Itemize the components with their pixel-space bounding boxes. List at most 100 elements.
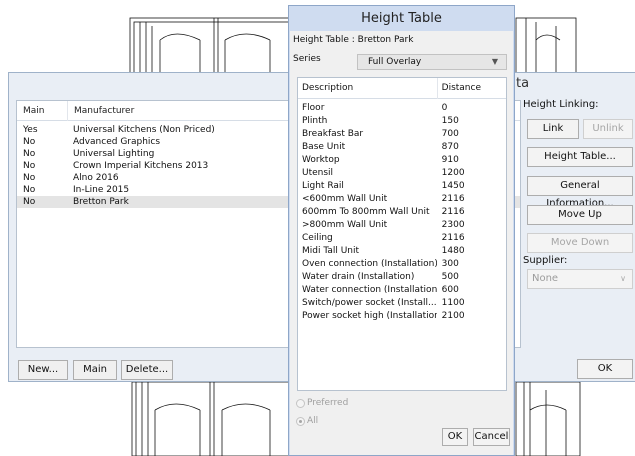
height-linking-label: Height Linking: bbox=[523, 99, 599, 110]
height-table-body: Height Table : Bretton Park Series Full … bbox=[290, 31, 513, 455]
main-button[interactable]: Main bbox=[73, 360, 117, 380]
row-manufacturer: Crown Imperial Kitchens 2013 bbox=[73, 161, 209, 171]
radio-off-icon bbox=[296, 398, 305, 408]
row-description: 600mm To 800mm Wall Unit bbox=[302, 207, 430, 217]
row-description: Oven connection (Installation) bbox=[302, 259, 437, 269]
table-row[interactable]: >800mm Wall Unit 2300 bbox=[298, 219, 506, 232]
table-row[interactable]: Oven connection (Installation) 300 bbox=[298, 258, 506, 271]
preferred-label: Preferred bbox=[307, 398, 349, 408]
table-row[interactable]: Switch/power socket (Install... 1100 bbox=[298, 297, 506, 310]
move-up-button[interactable]: Move Up bbox=[527, 205, 633, 225]
row-main: Yes bbox=[23, 125, 38, 135]
table-row[interactable]: <600mm Wall Unit 2116 bbox=[298, 193, 506, 206]
chevron-down-icon: ∨ bbox=[620, 274, 626, 283]
height-table-dialog: Height Table Height Table : Bretton Park… bbox=[288, 5, 515, 456]
row-manufacturer: Bretton Park bbox=[73, 197, 129, 207]
row-description: Power socket high (Installation) bbox=[302, 311, 437, 321]
column-header-manufacturer[interactable]: Manufacturer bbox=[67, 101, 289, 121]
row-distance: 0 bbox=[441, 103, 448, 113]
table-row[interactable]: Breakfast Bar 700 bbox=[298, 128, 506, 141]
radio-on-icon bbox=[296, 416, 305, 426]
ok-button[interactable]: OK bbox=[577, 359, 633, 379]
table-row[interactable]: Light Rail 1450 bbox=[298, 180, 506, 193]
row-description: Light Rail bbox=[302, 181, 344, 191]
row-distance: 700 bbox=[441, 129, 459, 139]
row-main: No bbox=[23, 197, 36, 207]
row-distance: 2300 bbox=[441, 220, 465, 230]
row-distance: 2116 bbox=[441, 194, 465, 204]
table-row[interactable]: Midi Tall Unit 1480 bbox=[298, 245, 506, 258]
row-main: No bbox=[23, 185, 36, 195]
table-row[interactable]: Ceiling 2116 bbox=[298, 232, 506, 245]
row-main: No bbox=[23, 161, 36, 171]
height-table-button[interactable]: Height Table... bbox=[527, 147, 633, 167]
table-row[interactable]: Floor 0 bbox=[298, 102, 506, 115]
table-row[interactable]: Water connection (Installation) 600 bbox=[298, 284, 506, 297]
column-header-description[interactable]: Description bbox=[298, 78, 437, 99]
new-button[interactable]: New... bbox=[18, 360, 68, 380]
unlink-button[interactable]: Unlink bbox=[583, 119, 633, 139]
row-manufacturer: Universal Kitchens (Non Priced) bbox=[73, 125, 215, 135]
row-description: >800mm Wall Unit bbox=[302, 220, 388, 230]
table-row[interactable]: Worktop 910 bbox=[298, 154, 506, 167]
row-distance: 2116 bbox=[441, 233, 465, 243]
row-manufacturer: In-Line 2015 bbox=[73, 185, 130, 195]
row-main: No bbox=[23, 173, 36, 183]
supplier-select[interactable]: None ∨ bbox=[527, 269, 633, 289]
row-distance: 1100 bbox=[441, 298, 465, 308]
row-distance: 2116 bbox=[441, 207, 465, 217]
height-table-header: Description Distance bbox=[298, 78, 506, 99]
table-row[interactable]: Water drain (Installation) 500 bbox=[298, 271, 506, 284]
row-distance: 300 bbox=[441, 259, 459, 269]
table-row[interactable]: 600mm To 800mm Wall Unit 2116 bbox=[298, 206, 506, 219]
row-description: Water drain (Installation) bbox=[302, 272, 415, 282]
ok-button[interactable]: OK bbox=[442, 428, 468, 446]
column-header-distance[interactable]: Distance bbox=[436, 78, 506, 99]
row-distance: 600 bbox=[441, 285, 459, 295]
row-distance: 1480 bbox=[441, 246, 465, 256]
height-table-subtitle: Height Table : Bretton Park bbox=[293, 35, 414, 45]
row-description: Floor bbox=[302, 103, 325, 113]
row-description: Utensil bbox=[302, 168, 334, 178]
row-description: Plinth bbox=[302, 116, 328, 126]
preferred-radio[interactable]: Preferred bbox=[296, 398, 348, 408]
series-select-value: Full Overlay bbox=[368, 57, 422, 67]
table-row[interactable]: Plinth 150 bbox=[298, 115, 506, 128]
row-distance: 910 bbox=[441, 155, 459, 165]
row-description: Water connection (Installation) bbox=[302, 285, 437, 295]
cancel-button[interactable]: Cancel bbox=[473, 428, 510, 446]
row-manufacturer: Alno 2016 bbox=[73, 173, 119, 183]
supplier-label: Supplier: bbox=[523, 255, 568, 266]
link-button[interactable]: Link bbox=[527, 119, 579, 139]
row-distance: 1200 bbox=[441, 168, 465, 178]
supplier-select-value: None bbox=[532, 273, 559, 284]
series-select[interactable]: Full Overlay ▼ bbox=[357, 54, 507, 70]
all-radio[interactable]: All bbox=[296, 416, 318, 426]
row-description: Switch/power socket (Install... bbox=[302, 298, 437, 308]
move-down-button[interactable]: Move Down bbox=[527, 233, 633, 253]
row-distance: 150 bbox=[441, 116, 459, 126]
row-description: Breakfast Bar bbox=[302, 129, 364, 139]
row-distance: 870 bbox=[441, 142, 459, 152]
row-manufacturer: Advanced Graphics bbox=[73, 137, 161, 147]
row-description: Base Unit bbox=[302, 142, 346, 152]
table-row[interactable]: Base Unit 870 bbox=[298, 141, 506, 154]
general-information-button[interactable]: General Information... bbox=[527, 176, 633, 209]
row-distance: 2100 bbox=[441, 311, 465, 321]
table-row[interactable]: Power socket high (Installation) 2100 bbox=[298, 310, 506, 323]
row-main: No bbox=[23, 137, 36, 147]
height-table-dialog-title: Height Table bbox=[361, 11, 442, 26]
row-manufacturer: Universal Lighting bbox=[73, 149, 155, 159]
delete-button[interactable]: Delete... bbox=[121, 360, 173, 380]
row-main: No bbox=[23, 149, 36, 159]
row-description: <600mm Wall Unit bbox=[302, 194, 388, 204]
all-label: All bbox=[307, 416, 319, 426]
row-description: Worktop bbox=[302, 155, 340, 165]
row-description: Midi Tall Unit bbox=[302, 246, 360, 256]
table-row[interactable]: Utensil 1200 bbox=[298, 167, 506, 180]
row-distance: 500 bbox=[441, 272, 459, 282]
column-header-main[interactable]: Main bbox=[17, 101, 67, 121]
height-table-list[interactable]: Description Distance Floor 0 Plinth 150 Br… bbox=[297, 77, 507, 391]
series-label: Series bbox=[293, 54, 321, 64]
chevron-down-icon: ▼ bbox=[491, 57, 498, 66]
